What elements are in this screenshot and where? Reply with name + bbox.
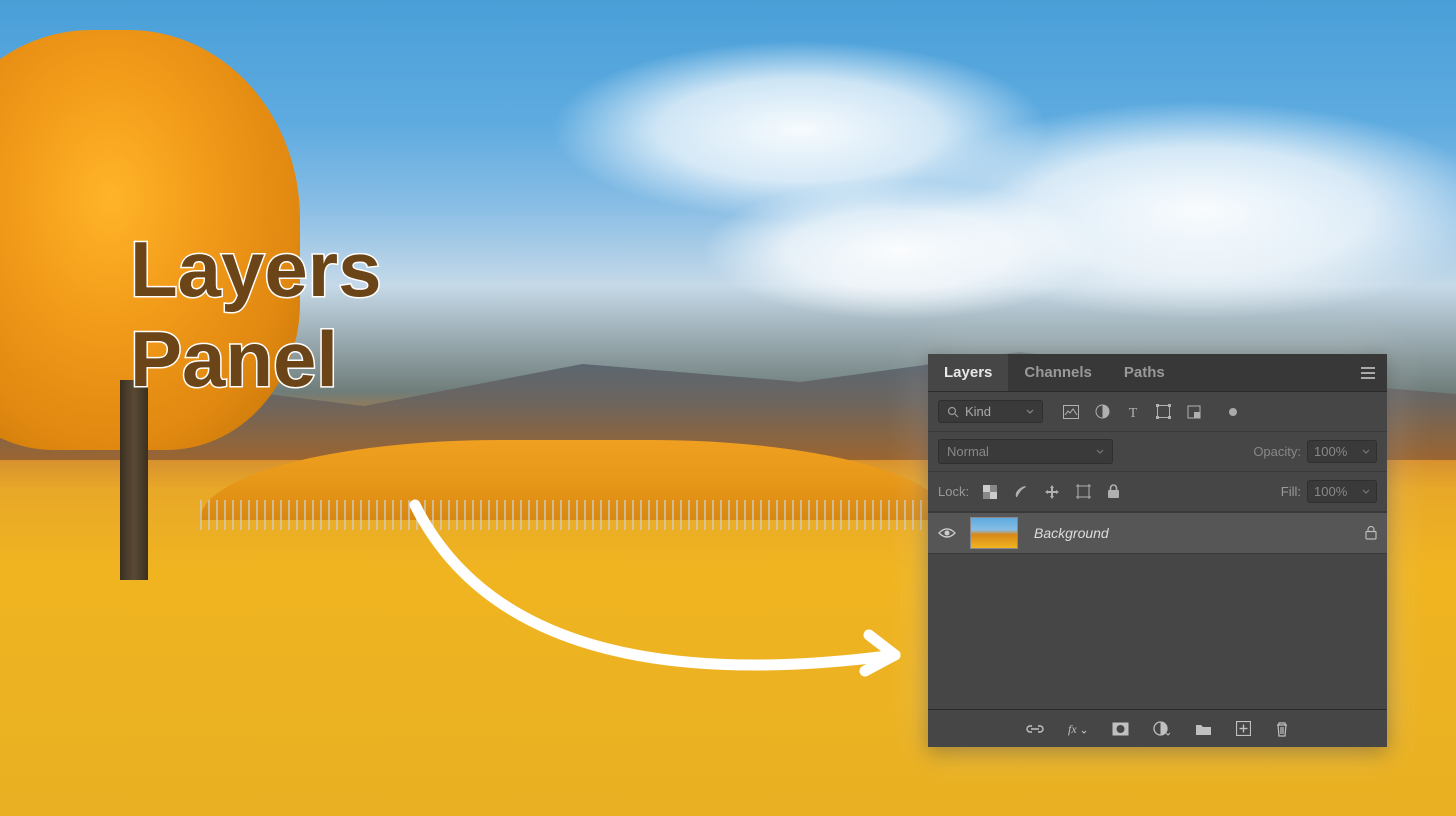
layer-list: Background xyxy=(928,512,1387,709)
add-group-button[interactable] xyxy=(1195,722,1212,736)
eye-icon xyxy=(938,527,956,539)
tree-trunk-decoration xyxy=(120,380,148,580)
filter-shape-icon[interactable] xyxy=(1156,404,1171,419)
blend-mode-dropdown[interactable]: Normal xyxy=(938,439,1113,464)
lock-fill-row: Lock: Fill: 100% xyxy=(928,472,1387,512)
layers-panel: Layers Channels Paths Kind T xyxy=(928,354,1387,747)
fill-group: Fill: 100% xyxy=(1281,480,1377,503)
filter-kind-dropdown[interactable]: Kind xyxy=(938,400,1043,423)
filter-adjustment-icon[interactable] xyxy=(1095,404,1110,419)
annotation-line-2: Panel xyxy=(130,315,382,405)
treeline-trunks-decoration xyxy=(200,500,950,530)
lock-artboard-icon[interactable] xyxy=(1076,484,1091,499)
lock-all-icon[interactable] xyxy=(1107,484,1120,499)
filter-pixel-icon[interactable] xyxy=(1063,405,1079,419)
svg-text:fx: fx xyxy=(1068,722,1077,736)
filter-kind-label: Kind xyxy=(965,404,991,419)
link-layers-button[interactable] xyxy=(1026,723,1044,735)
lock-transparency-icon[interactable] xyxy=(983,485,997,499)
lock-image-icon[interactable] xyxy=(1013,484,1028,499)
filter-type-icon[interactable]: T xyxy=(1126,405,1140,419)
layer-effects-button[interactable]: fx xyxy=(1068,722,1088,736)
opacity-input[interactable]: 100% xyxy=(1307,440,1377,463)
cloud-decoration xyxy=(700,180,1100,320)
opacity-group: Opacity: 100% xyxy=(1253,440,1377,463)
lock-label: Lock: xyxy=(938,484,969,499)
layer-locked-icon[interactable] xyxy=(1365,526,1377,540)
panel-bottom-toolbar: fx xyxy=(928,709,1387,747)
opacity-value: 100% xyxy=(1314,444,1347,459)
chevron-down-icon xyxy=(1026,408,1034,416)
fill-value: 100% xyxy=(1314,484,1347,499)
annotation-line-1: Layers xyxy=(130,225,382,315)
add-adjustment-button[interactable] xyxy=(1153,721,1171,736)
layer-name[interactable]: Background xyxy=(1034,525,1109,541)
layer-thumbnail[interactable] xyxy=(970,517,1018,549)
blend-opacity-row: Normal Opacity: 100% xyxy=(928,432,1387,472)
annotation-title: Layers Panel xyxy=(130,225,382,404)
fill-input[interactable]: 100% xyxy=(1307,480,1377,503)
lock-icons xyxy=(983,484,1120,500)
panel-menu-button[interactable] xyxy=(1361,367,1375,379)
search-icon xyxy=(947,406,959,418)
delete-layer-button[interactable] xyxy=(1275,721,1289,737)
filter-smartobject-icon[interactable] xyxy=(1187,405,1201,419)
add-mask-button[interactable] xyxy=(1112,722,1129,736)
add-layer-button[interactable] xyxy=(1236,721,1251,736)
fill-label: Fill: xyxy=(1281,484,1301,499)
lock-position-icon[interactable] xyxy=(1044,484,1060,500)
tab-paths[interactable]: Paths xyxy=(1108,354,1181,391)
filter-toggle-icon[interactable] xyxy=(1229,408,1237,416)
chevron-down-icon xyxy=(1096,448,1104,456)
chevron-down-icon xyxy=(1362,448,1370,456)
blend-mode-value: Normal xyxy=(947,444,989,459)
filter-type-icons: T xyxy=(1063,404,1237,419)
layer-filter-row: Kind T xyxy=(928,392,1387,432)
opacity-label: Opacity: xyxy=(1253,444,1301,459)
panel-tabs: Layers Channels Paths xyxy=(928,354,1387,392)
tab-layers[interactable]: Layers xyxy=(928,354,1008,391)
svg-text:T: T xyxy=(1129,406,1138,419)
layer-visibility-toggle[interactable] xyxy=(938,527,956,539)
tab-channels[interactable]: Channels xyxy=(1008,354,1108,391)
layer-row[interactable]: Background xyxy=(928,512,1387,554)
chevron-down-icon xyxy=(1362,488,1370,496)
